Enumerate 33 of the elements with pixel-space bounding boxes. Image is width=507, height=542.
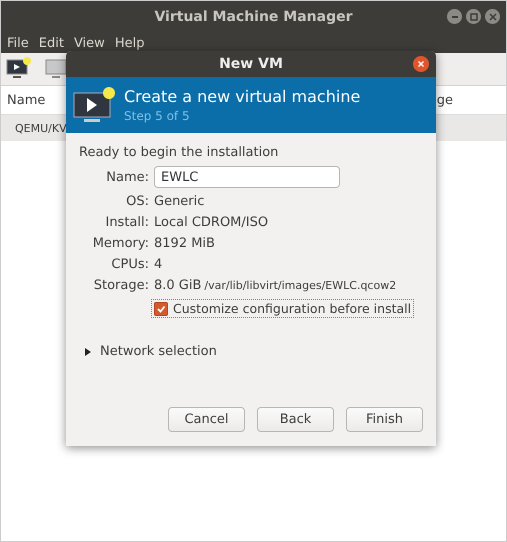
name-field[interactable]: EWLC [154, 166, 340, 188]
dialog-button[interactable]: Finish [346, 407, 423, 432]
window-title: Virtual Machine Manager [154, 9, 353, 25]
maximize-icon[interactable] [466, 9, 481, 24]
field-label: Install: [104, 215, 149, 230]
menu-item[interactable]: View [74, 36, 105, 50]
column-header[interactable]: Name [7, 92, 46, 108]
field-label: Memory: [92, 236, 149, 251]
dialog-title: New VM [219, 56, 283, 72]
dialog-button[interactable]: Cancel [168, 407, 245, 432]
field-value: 8192 MiB [154, 236, 216, 251]
menu-item[interactable]: File [7, 36, 29, 50]
field-value: 8.0 GiB /var/lib/libvirt/images/EWLC.qcow2 [154, 278, 398, 293]
field-label: OS: [125, 194, 149, 209]
column-header[interactable]: ge [436, 92, 453, 108]
customize-checkbox[interactable]: Customize configuration before install [151, 299, 414, 318]
dialog-heading: Create a new virtual machine [124, 87, 360, 106]
step-label: Step 5 of 5 [124, 109, 191, 123]
menu-item[interactable]: Help [114, 36, 144, 50]
field-label: CPUs: [110, 257, 149, 272]
field-label: Storage: [92, 278, 149, 293]
intro-text: Ready to begin the installation [79, 145, 280, 160]
minimize-icon[interactable] [447, 9, 462, 24]
network-expander[interactable]: Network selection [79, 344, 423, 359]
field-label: Name: [105, 170, 149, 184]
field-value: 4 [154, 257, 164, 272]
field-value: Generic [154, 194, 206, 209]
close-icon[interactable] [412, 55, 430, 73]
field-value: Local CDROM/ISO [154, 215, 270, 230]
new-vm-icon [72, 85, 116, 125]
checkbox-icon[interactable] [154, 302, 168, 316]
dialog-button[interactable]: Back [257, 407, 334, 432]
menu-item[interactable]: Edit [38, 36, 64, 50]
